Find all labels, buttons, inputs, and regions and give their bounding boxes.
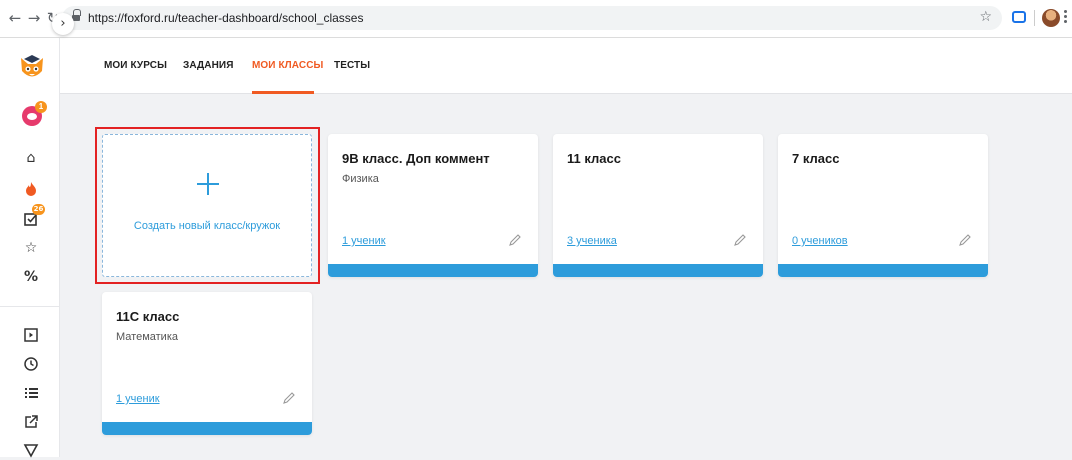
create-class-card[interactable]: Создать новый класс/кружок xyxy=(102,134,312,277)
sidebar-divider xyxy=(0,306,60,307)
url-text[interactable]: https://foxford.ru/teacher-dashboard/sch… xyxy=(88,11,363,25)
home-icon[interactable]: ⌂ xyxy=(20,147,42,169)
browser-menu-icon[interactable] xyxy=(1064,10,1068,24)
students-link[interactable]: 0 учеников xyxy=(792,235,848,247)
tab-tests[interactable]: ТЕСТЫ xyxy=(334,60,370,71)
class-subject: Математика xyxy=(116,331,178,343)
class-title: 9В класс. Доп коммент xyxy=(342,151,490,166)
profile-avatar[interactable] xyxy=(1042,9,1060,27)
students-link[interactable]: 1 ученик xyxy=(342,235,386,247)
class-title: 11С класс xyxy=(116,309,180,324)
tasks-badge: 26 xyxy=(32,204,45,215)
tab-tasks[interactable]: ЗАДАНИЯ xyxy=(183,60,234,71)
card-footer-bar xyxy=(778,264,988,277)
card-footer-bar xyxy=(553,264,763,277)
class-card[interactable]: 7 класс 0 учеников xyxy=(778,134,988,277)
class-title: 11 класс xyxy=(567,151,621,166)
students-link[interactable]: 3 ученика xyxy=(567,235,617,247)
toolbar-divider xyxy=(1034,10,1035,26)
notification-badge: 1 xyxy=(35,101,47,113)
create-class-label: Создать новый класс/кружок xyxy=(133,220,281,232)
expand-sidebar-chevron-icon[interactable]: › xyxy=(52,13,74,35)
browser-toolbar: ← → ↻ https://foxford.ru/teacher-dashboa… xyxy=(0,0,1072,38)
edit-pencil-icon[interactable] xyxy=(508,233,522,247)
back-icon[interactable]: ← xyxy=(6,9,24,27)
class-card[interactable]: 11 класс 3 ученика xyxy=(553,134,763,277)
top-tab-bar: МОИ КУРСЫ ЗАДАНИЯ МОИ КЛАССЫ ТЕСТЫ xyxy=(60,38,1072,94)
plus-icon xyxy=(197,173,219,195)
tab-my-classes[interactable]: МОИ КЛАССЫ xyxy=(252,60,323,71)
bookmark-star-icon[interactable]: ☆ xyxy=(979,9,992,25)
address-bar[interactable]: https://foxford.ru/teacher-dashboard/sch… xyxy=(62,6,1002,30)
flame-icon[interactable] xyxy=(20,178,42,200)
class-title: 7 класс xyxy=(792,151,840,166)
external-link-icon[interactable] xyxy=(20,411,42,433)
extension-icon[interactable] xyxy=(1012,11,1026,23)
active-tab-indicator xyxy=(252,91,314,94)
forward-icon[interactable]: → xyxy=(25,9,43,27)
edit-pencil-icon[interactable] xyxy=(282,391,296,405)
class-card[interactable]: 11С класс Математика 1 ученик xyxy=(102,292,312,435)
class-subject: Физика xyxy=(342,173,379,185)
play-square-icon[interactable] xyxy=(20,324,42,346)
star-icon[interactable]: ☆ xyxy=(20,237,42,259)
card-footer-bar xyxy=(328,264,538,277)
tab-my-courses[interactable]: МОИ КУРСЫ xyxy=(104,60,167,71)
card-footer-bar xyxy=(102,422,312,435)
clock-icon[interactable] xyxy=(20,353,42,375)
list-icon[interactable] xyxy=(20,382,42,404)
user-avatar[interactable]: 1 xyxy=(22,101,47,126)
tasks-checkbox-icon[interactable]: 26 xyxy=(20,204,45,230)
edit-pencil-icon[interactable] xyxy=(958,233,972,247)
edit-pencil-icon[interactable] xyxy=(733,233,747,247)
students-link[interactable]: 1 ученик xyxy=(116,393,160,405)
class-card[interactable]: 9В класс. Доп коммент Физика 1 ученик xyxy=(328,134,538,277)
left-sidebar: 1 ⌂ 26 ☆ % xyxy=(0,38,60,458)
foxford-logo[interactable] xyxy=(19,55,45,81)
percent-icon[interactable]: % xyxy=(20,266,42,288)
